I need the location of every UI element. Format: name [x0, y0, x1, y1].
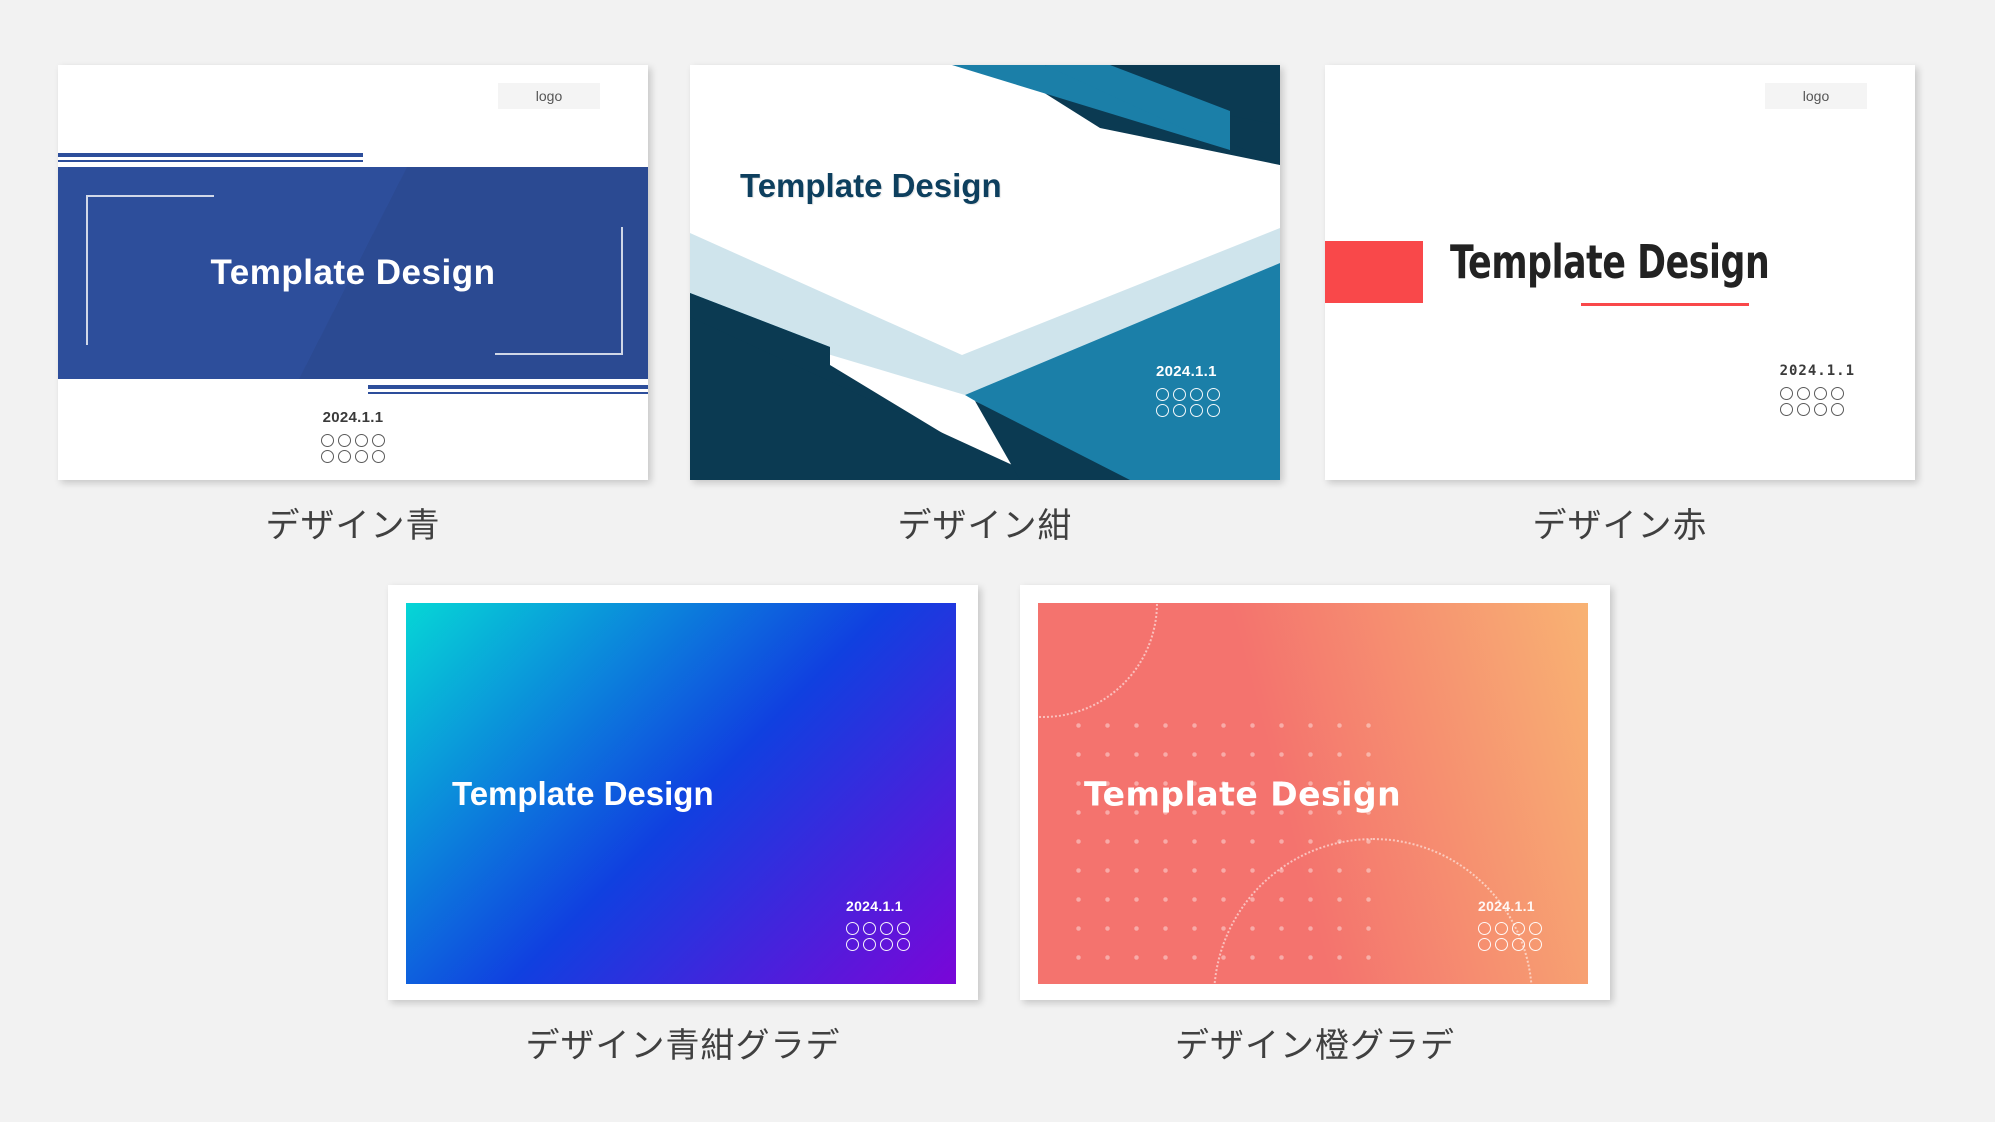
dot-icon: [1529, 938, 1542, 951]
dot-icon: [897, 938, 910, 951]
dot-row: [1156, 404, 1220, 417]
card-label-design-red: デザイン赤: [1532, 506, 1708, 546]
dot-icon: [1779, 387, 1793, 400]
dotted-circle-icon: [1038, 603, 1158, 718]
template-card-design-red[interactable]: logo Template Design 2024.1.1: [1325, 65, 1915, 480]
dot-icon: [1207, 404, 1220, 417]
dot-grid: [321, 434, 385, 466]
card-meta: 2024.1.1: [1779, 363, 1855, 421]
dot-icon: [880, 922, 893, 935]
dot-icon: [355, 450, 368, 463]
dot-icon: [880, 938, 893, 951]
dot-grid: [1478, 922, 1542, 954]
card-title: Template Design: [740, 167, 1002, 204]
card-date: 2024.1.1: [846, 898, 903, 914]
dot-row: [1779, 403, 1844, 416]
dot-icon: [897, 922, 910, 935]
dot-icon: [1512, 922, 1525, 935]
template-gallery: logo Template Design 2024.1.1 デザイン青 Temp…: [0, 0, 1995, 1122]
dot-icon: [321, 450, 334, 463]
logo-placeholder: logo: [498, 83, 600, 109]
gradient-surface: Template Design 2024.1.1: [406, 603, 956, 984]
dot-icon: [1529, 922, 1542, 935]
logo-placeholder: logo: [1765, 83, 1867, 109]
dot-icon: [1190, 404, 1203, 417]
dot-grid: [1156, 388, 1220, 420]
title-band: Template Design: [58, 167, 648, 379]
card-meta: 2024.1.1: [58, 409, 648, 468]
dot-icon: [1512, 938, 1525, 951]
red-accent-swatch: [1325, 241, 1423, 303]
dot-icon: [863, 938, 876, 951]
card-label-design-navy: デザイン紺: [897, 506, 1073, 546]
dot-icon: [321, 434, 334, 447]
dot-row: [846, 922, 910, 935]
dot-icon: [1190, 388, 1203, 401]
dot-row: [321, 434, 385, 447]
dot-icon: [1156, 388, 1169, 401]
dot-grid: [1779, 387, 1844, 419]
dot-icon: [1156, 404, 1169, 417]
dot-row: [1478, 938, 1542, 951]
card-title: Template Design: [452, 774, 714, 812]
card-date: 2024.1.1: [1779, 363, 1855, 379]
dot-icon: [863, 922, 876, 935]
card-title: Template Design: [1084, 774, 1402, 813]
dot-icon: [1813, 387, 1827, 400]
dot-row: [321, 450, 385, 463]
dot-icon: [338, 434, 351, 447]
dot-grid: [846, 922, 910, 954]
card-date: 2024.1.1: [322, 409, 384, 426]
dot-icon: [1830, 403, 1844, 416]
card-title: Template Design: [210, 253, 496, 292]
card-meta: 2024.1.1: [1478, 898, 1542, 956]
card-date: 2024.1.1: [1478, 898, 1535, 914]
dot-icon: [1796, 387, 1810, 400]
dot-icon: [1495, 922, 1508, 935]
card-meta: 2024.1.1: [1156, 363, 1220, 422]
card-label-design-orange-gradient: デザイン橙グラデ: [1175, 1026, 1455, 1066]
dot-icon: [372, 450, 385, 463]
dot-icon: [1207, 388, 1220, 401]
dot-icon: [1779, 403, 1793, 416]
logo-label: logo: [535, 88, 563, 104]
dot-row: [846, 938, 910, 951]
top-accent-line-thin: [58, 160, 363, 162]
template-card-design-navy[interactable]: Template Design 2024.1.1: [690, 65, 1280, 480]
title-underline: [1581, 303, 1749, 306]
dot-icon: [1478, 938, 1491, 951]
template-card-design-blue[interactable]: logo Template Design 2024.1.1: [58, 65, 648, 480]
dot-icon: [1173, 388, 1186, 401]
card-meta: 2024.1.1: [846, 898, 910, 956]
card-label-design-blue-navy-gradient: デザイン青紺グラデ: [525, 1026, 841, 1066]
dot-icon: [355, 434, 368, 447]
dot-icon: [372, 434, 385, 447]
dot-icon: [1830, 387, 1844, 400]
card-date: 2024.1.1: [1156, 363, 1217, 380]
dot-icon: [846, 922, 859, 935]
dot-row: [1779, 387, 1844, 400]
template-card-design-orange-gradient[interactable]: Template Design 2024.1.1: [1020, 585, 1610, 1000]
dot-icon: [846, 938, 859, 951]
dot-icon: [1796, 403, 1810, 416]
dot-pattern: [1064, 711, 1394, 984]
bottom-accent-line: [368, 385, 648, 389]
logo-label: logo: [1802, 88, 1830, 104]
dot-row: [1478, 922, 1542, 935]
template-card-design-blue-navy-gradient[interactable]: Template Design 2024.1.1: [388, 585, 978, 1000]
dot-icon: [338, 450, 351, 463]
dot-icon: [1478, 922, 1491, 935]
gradient-surface: Template Design 2024.1.1: [1038, 603, 1588, 984]
dot-icon: [1495, 938, 1508, 951]
bottom-accent-line-thin: [368, 392, 648, 394]
card-label-design-blue: デザイン青: [265, 506, 441, 546]
dot-icon: [1813, 403, 1827, 416]
dot-icon: [1173, 404, 1186, 417]
top-accent-line: [58, 153, 363, 157]
card-title: Template Design: [1450, 235, 1770, 289]
dot-row: [1156, 388, 1220, 401]
